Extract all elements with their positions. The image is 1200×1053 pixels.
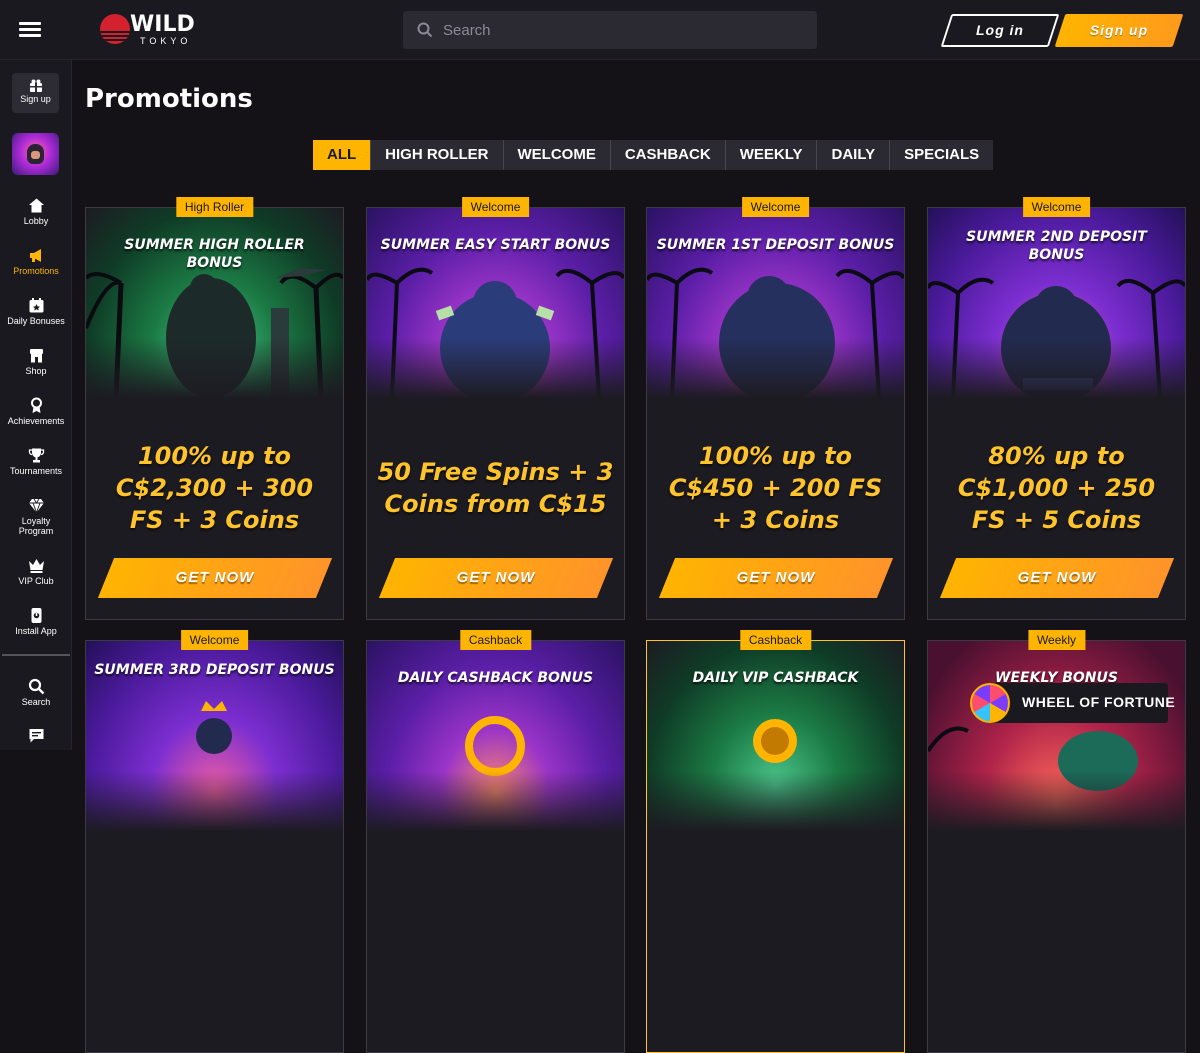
promo-category-badge: Weekly: [1027, 630, 1086, 650]
promo-offer: 80% up to C$1,000 + 250 FS + 5 Coins: [957, 442, 1156, 534]
promo-offer: 100% up to C$450 + 200 FS + 3 Coins: [668, 442, 883, 534]
sidebar-item-label: Search: [21, 697, 51, 707]
promo-card[interactable]: Cashback DAILY CASHBACK BONUS: [366, 630, 625, 1053]
promo-title: SUMMER EASY START BONUS: [380, 237, 611, 253]
sidebar-item-achievements[interactable]: Achievements: [0, 397, 72, 426]
top-bar: WILD TOKYO Log in Sign up: [0, 0, 1200, 60]
gift-box-icon: [29, 79, 42, 92]
home-icon: [28, 198, 44, 213]
promo-category-badge: Welcome: [741, 197, 810, 217]
wheel-of-fortune-widget[interactable]: WHEEL OF FORTUNE: [970, 683, 1175, 723]
tab-cashback[interactable]: CASHBACK: [610, 140, 726, 170]
search-input[interactable]: [443, 11, 803, 49]
sidebar-item-label: Daily Bonuses: [7, 316, 65, 326]
search-bar[interactable]: [403, 11, 817, 49]
tab-specials[interactable]: SPECIALS: [890, 140, 994, 170]
promo-card[interactable]: Cashback DAILY VIP CASHBACK: [646, 630, 905, 1053]
promo-category-badge: Welcome: [1022, 197, 1091, 217]
main-content: Promotions ALL HIGH ROLLER WELCOME CASHB…: [72, 60, 1200, 1053]
promo-title: SUMMER 3RD DEPOSIT BONUS: [94, 662, 335, 678]
sidebar-item-search[interactable]: Search: [0, 678, 72, 707]
get-now-label: GET NOW: [1017, 569, 1097, 586]
tab-daily[interactable]: DAILY: [817, 140, 891, 170]
promo-card[interactable]: Welcome SUMMER EASY START BONUS 50 Free …: [366, 197, 625, 620]
megaphone-icon: [29, 249, 41, 262]
get-now-button[interactable]: GET NOW: [658, 558, 894, 598]
promo-category-badge: High Roller: [175, 197, 254, 217]
promo-category-badge: Welcome: [461, 197, 530, 217]
phone-icon: [31, 608, 41, 623]
sidebar-item-install-app[interactable]: Install App: [0, 607, 72, 636]
sidebar-item-vip-club[interactable]: VIP Club: [0, 557, 72, 586]
get-now-button[interactable]: GET NOW: [97, 558, 333, 598]
sidebar-item-shop[interactable]: Shop: [0, 347, 72, 376]
promo-category-badge: Cashback: [739, 630, 812, 650]
sidebar-item-label: Shop: [25, 366, 47, 376]
wheel-game-avatar[interactable]: [12, 133, 59, 175]
promo-title: DAILY VIP CASHBACK: [692, 670, 859, 686]
logo-subtitle: TOKYO: [140, 36, 192, 46]
get-now-label: GET NOW: [736, 569, 816, 586]
signup-label: Sign up: [1089, 22, 1149, 38]
medal-icon: [30, 397, 42, 413]
search-icon: [28, 678, 44, 695]
sidebar-item-label: VIP Club: [18, 576, 54, 586]
get-now-label: GET NOW: [456, 569, 536, 586]
tab-weekly[interactable]: WEEKLY: [725, 140, 818, 170]
wheel-of-fortune-label: WHEEL OF FORTUNE: [1022, 694, 1176, 710]
promo-card[interactable]: Welcome SUMMER 1ST DEPOSIT BONUS 100% up…: [646, 197, 905, 620]
login-label: Log in: [976, 22, 1024, 38]
signup-button[interactable]: Sign up: [1054, 14, 1184, 47]
sidebar-item-label: Loyalty Program: [18, 516, 54, 536]
sidebar-item-tournaments[interactable]: Tournaments: [0, 447, 72, 476]
login-button[interactable]: Log in: [940, 14, 1060, 47]
sidebar-item-label: Achievements: [7, 416, 65, 426]
get-now-button[interactable]: GET NOW: [378, 558, 614, 598]
tab-all[interactable]: ALL: [313, 140, 372, 170]
promo-card[interactable]: High Roller SUMMER HIGH ROLLER BONUS 100…: [85, 197, 344, 620]
sidebar-signup-label: Sign up: [20, 94, 51, 104]
sidebar-item-chat[interactable]: [0, 727, 72, 744]
promo-card[interactable]: Welcome SUMMER 2ND DEPOSIT BONUS 80% up …: [927, 197, 1186, 620]
promotion-filter-tabs: ALL HIGH ROLLER WELCOME CASHBACK WEEKLY …: [313, 140, 994, 170]
sidebar-item-promotions[interactable]: Promotions: [0, 247, 72, 276]
crown-icon: [28, 559, 44, 573]
tab-high-roller[interactable]: HIGH ROLLER: [371, 140, 504, 170]
promo-title: SUMMER 1ST DEPOSIT BONUS: [656, 237, 895, 253]
chat-icon: [29, 729, 43, 743]
shop-icon: [29, 349, 43, 363]
sidebar-item-daily-bonuses[interactable]: Daily Bonuses: [0, 297, 72, 326]
sidebar-item-label: Promotions: [13, 266, 59, 276]
promo-offer: 100% up to C$2,300 + 300 FS + 3 Coins: [115, 442, 314, 534]
sidebar-item-label: Install App: [15, 626, 57, 636]
tab-welcome[interactable]: WELCOME: [503, 140, 611, 170]
sidebar-item-label: Tournaments: [9, 466, 63, 476]
get-now-button[interactable]: GET NOW: [939, 558, 1175, 598]
diamond-icon: [28, 498, 44, 514]
promo-offer: 50 Free Spins + 3 Coins from C$15: [377, 458, 614, 518]
promo-card[interactable]: Welcome SUMMER 3RD DEPOSIT BONUS: [85, 630, 344, 1053]
menu-icon[interactable]: [19, 22, 41, 38]
promo-title: SUMMER 2ND DEPOSIT BONUS: [966, 229, 1147, 263]
trophy-icon: [28, 448, 44, 463]
calendar-gift-icon: [29, 298, 43, 313]
sidebar: Sign up Lobby Promotions Daily Bonuses S…: [0, 60, 72, 750]
get-now-label: GET NOW: [175, 569, 255, 586]
search-icon: [417, 22, 433, 38]
promo-category-badge: Welcome: [180, 630, 249, 650]
page-title: Promotions: [85, 84, 253, 114]
fortune-wheel-icon: [970, 683, 1010, 723]
promo-title: DAILY CASHBACK BONUS: [397, 670, 594, 686]
sidebar-signup-button[interactable]: Sign up: [12, 73, 59, 113]
promo-category-badge: Cashback: [459, 630, 532, 650]
sidebar-item-label: Lobby: [23, 216, 49, 226]
sidebar-item-lobby[interactable]: Lobby: [0, 197, 72, 226]
sidebar-item-loyalty-program[interactable]: Loyalty Program: [0, 497, 72, 536]
logo-sun-icon: [100, 14, 130, 44]
logo-wordmark: WILD: [130, 12, 195, 37]
promo-title: SUMMER HIGH ROLLER BONUS: [124, 237, 305, 271]
sidebar-divider: [2, 654, 70, 656]
